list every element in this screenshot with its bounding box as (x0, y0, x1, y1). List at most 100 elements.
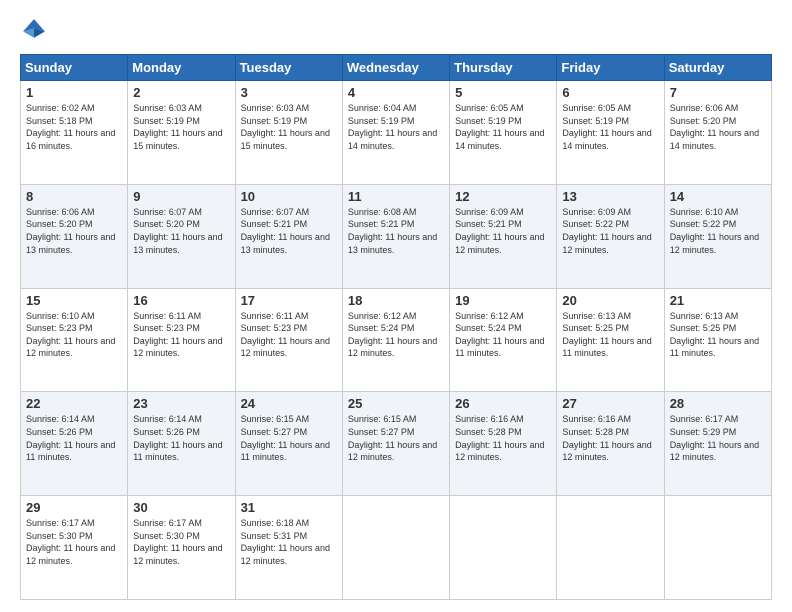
day-number: 6 (562, 85, 658, 100)
day-number: 23 (133, 396, 229, 411)
calendar-cell: 23 Sunrise: 6:14 AMSunset: 5:26 PMDayligh… (128, 392, 235, 496)
cell-info: Sunrise: 6:13 AMSunset: 5:25 PMDaylight:… (562, 310, 658, 360)
day-header-wednesday: Wednesday (342, 55, 449, 81)
cell-info: Sunrise: 6:14 AMSunset: 5:26 PMDaylight:… (133, 413, 229, 463)
cell-info: Sunrise: 6:03 AMSunset: 5:19 PMDaylight:… (241, 102, 337, 152)
day-number: 13 (562, 189, 658, 204)
calendar-cell: 29 Sunrise: 6:17 AMSunset: 5:30 PMDayligh… (21, 496, 128, 600)
cell-info: Sunrise: 6:10 AMSunset: 5:22 PMDaylight:… (670, 206, 766, 256)
calendar-table: SundayMondayTuesdayWednesdayThursdayFrid… (20, 54, 772, 600)
day-number: 7 (670, 85, 766, 100)
day-number: 27 (562, 396, 658, 411)
cell-info: Sunrise: 6:05 AMSunset: 5:19 PMDaylight:… (455, 102, 551, 152)
calendar-cell: 16 Sunrise: 6:11 AMSunset: 5:23 PMDayligh… (128, 288, 235, 392)
day-number: 28 (670, 396, 766, 411)
cell-info: Sunrise: 6:15 AMSunset: 5:27 PMDaylight:… (348, 413, 444, 463)
day-number: 26 (455, 396, 551, 411)
cell-info: Sunrise: 6:07 AMSunset: 5:20 PMDaylight:… (133, 206, 229, 256)
cell-info: Sunrise: 6:16 AMSunset: 5:28 PMDaylight:… (455, 413, 551, 463)
calendar-cell: 27 Sunrise: 6:16 AMSunset: 5:28 PMDayligh… (557, 392, 664, 496)
calendar-cell: 31 Sunrise: 6:18 AMSunset: 5:31 PMDayligh… (235, 496, 342, 600)
calendar-cell: 12 Sunrise: 6:09 AMSunset: 5:21 PMDayligh… (450, 184, 557, 288)
day-number: 25 (348, 396, 444, 411)
day-number: 9 (133, 189, 229, 204)
cell-info: Sunrise: 6:05 AMSunset: 5:19 PMDaylight:… (562, 102, 658, 152)
page: SundayMondayTuesdayWednesdayThursdayFrid… (0, 0, 792, 612)
logo (20, 16, 52, 44)
day-number: 19 (455, 293, 551, 308)
calendar-cell: 21 Sunrise: 6:13 AMSunset: 5:25 PMDayligh… (664, 288, 771, 392)
cell-info: Sunrise: 6:09 AMSunset: 5:22 PMDaylight:… (562, 206, 658, 256)
calendar-cell: 24 Sunrise: 6:15 AMSunset: 5:27 PMDayligh… (235, 392, 342, 496)
calendar-cell: 6 Sunrise: 6:05 AMSunset: 5:19 PMDaylight… (557, 81, 664, 185)
day-number: 30 (133, 500, 229, 515)
day-header-sunday: Sunday (21, 55, 128, 81)
calendar-cell (664, 496, 771, 600)
calendar-cell: 8 Sunrise: 6:06 AMSunset: 5:20 PMDaylight… (21, 184, 128, 288)
day-number: 18 (348, 293, 444, 308)
calendar-cell: 15 Sunrise: 6:10 AMSunset: 5:23 PMDayligh… (21, 288, 128, 392)
cell-info: Sunrise: 6:17 AMSunset: 5:30 PMDaylight:… (26, 517, 122, 567)
calendar-cell: 2Sunrise: 6:03 AMSunset: 5:19 PMDaylight… (128, 81, 235, 185)
cell-info: Sunrise: 6:17 AMSunset: 5:29 PMDaylight:… (670, 413, 766, 463)
cell-info: Sunrise: 6:11 AMSunset: 5:23 PMDaylight:… (133, 310, 229, 360)
day-number: 20 (562, 293, 658, 308)
day-number: 15 (26, 293, 122, 308)
cell-info: Sunrise: 6:09 AMSunset: 5:21 PMDaylight:… (455, 206, 551, 256)
day-number: 16 (133, 293, 229, 308)
calendar-cell (557, 496, 664, 600)
cell-info: Sunrise: 6:02 AMSunset: 5:18 PMDaylight:… (26, 102, 122, 152)
day-number: 2 (133, 85, 229, 100)
calendar-cell: 17 Sunrise: 6:11 AMSunset: 5:23 PMDayligh… (235, 288, 342, 392)
logo-icon (20, 16, 48, 44)
calendar-cell: 26 Sunrise: 6:16 AMSunset: 5:28 PMDayligh… (450, 392, 557, 496)
calendar-cell: 5 Sunrise: 6:05 AMSunset: 5:19 PMDaylight… (450, 81, 557, 185)
cell-info: Sunrise: 6:16 AMSunset: 5:28 PMDaylight:… (562, 413, 658, 463)
day-header-thursday: Thursday (450, 55, 557, 81)
cell-info: Sunrise: 6:11 AMSunset: 5:23 PMDaylight:… (241, 310, 337, 360)
day-header-tuesday: Tuesday (235, 55, 342, 81)
calendar-cell: 9 Sunrise: 6:07 AMSunset: 5:20 PMDaylight… (128, 184, 235, 288)
calendar-cell: 19 Sunrise: 6:12 AMSunset: 5:24 PMDayligh… (450, 288, 557, 392)
day-number: 8 (26, 189, 122, 204)
day-header-friday: Friday (557, 55, 664, 81)
cell-info: Sunrise: 6:07 AMSunset: 5:21 PMDaylight:… (241, 206, 337, 256)
cell-info: Sunrise: 6:18 AMSunset: 5:31 PMDaylight:… (241, 517, 337, 567)
calendar-cell: 1 Sunrise: 6:02 AMSunset: 5:18 PMDaylight… (21, 81, 128, 185)
cell-info: Sunrise: 6:10 AMSunset: 5:23 PMDaylight:… (26, 310, 122, 360)
cell-info: Sunrise: 6:12 AMSunset: 5:24 PMDaylight:… (455, 310, 551, 360)
cell-info: Sunrise: 6:15 AMSunset: 5:27 PMDaylight:… (241, 413, 337, 463)
day-number: 10 (241, 189, 337, 204)
calendar-cell: 20 Sunrise: 6:13 AMSunset: 5:25 PMDayligh… (557, 288, 664, 392)
calendar-cell: 25 Sunrise: 6:15 AMSunset: 5:27 PMDayligh… (342, 392, 449, 496)
cell-info: Sunrise: 6:13 AMSunset: 5:25 PMDaylight:… (670, 310, 766, 360)
calendar-cell: 14Sunrise: 6:10 AMSunset: 5:22 PMDayligh… (664, 184, 771, 288)
cell-info: Sunrise: 6:12 AMSunset: 5:24 PMDaylight:… (348, 310, 444, 360)
day-number: 12 (455, 189, 551, 204)
calendar-cell: 7 Sunrise: 6:06 AMSunset: 5:20 PMDaylight… (664, 81, 771, 185)
calendar-cell: 22Sunrise: 6:14 AMSunset: 5:26 PMDayligh… (21, 392, 128, 496)
header (20, 16, 772, 44)
day-number: 17 (241, 293, 337, 308)
day-number: 31 (241, 500, 337, 515)
day-number: 5 (455, 85, 551, 100)
cell-info: Sunrise: 6:17 AMSunset: 5:30 PMDaylight:… (133, 517, 229, 567)
cell-info: Sunrise: 6:04 AMSunset: 5:19 PMDaylight:… (348, 102, 444, 152)
cell-info: Sunrise: 6:14 AMSunset: 5:26 PMDaylight:… (26, 413, 122, 463)
calendar-cell: 28 Sunrise: 6:17 AMSunset: 5:29 PMDayligh… (664, 392, 771, 496)
calendar-cell: 3 Sunrise: 6:03 AMSunset: 5:19 PMDaylight… (235, 81, 342, 185)
day-number: 4 (348, 85, 444, 100)
calendar-cell: 4 Sunrise: 6:04 AMSunset: 5:19 PMDaylight… (342, 81, 449, 185)
day-number: 3 (241, 85, 337, 100)
calendar-cell: 30 Sunrise: 6:17 AMSunset: 5:30 PMDayligh… (128, 496, 235, 600)
cell-info: Sunrise: 6:06 AMSunset: 5:20 PMDaylight:… (670, 102, 766, 152)
day-number: 1 (26, 85, 122, 100)
day-header-saturday: Saturday (664, 55, 771, 81)
cell-info: Sunrise: 6:06 AMSunset: 5:20 PMDaylight:… (26, 206, 122, 256)
cell-info: Sunrise: 6:08 AMSunset: 5:21 PMDaylight:… (348, 206, 444, 256)
day-number: 11 (348, 189, 444, 204)
day-number: 29 (26, 500, 122, 515)
day-number: 21 (670, 293, 766, 308)
day-number: 24 (241, 396, 337, 411)
calendar-cell: 13 Sunrise: 6:09 AMSunset: 5:22 PMDayligh… (557, 184, 664, 288)
